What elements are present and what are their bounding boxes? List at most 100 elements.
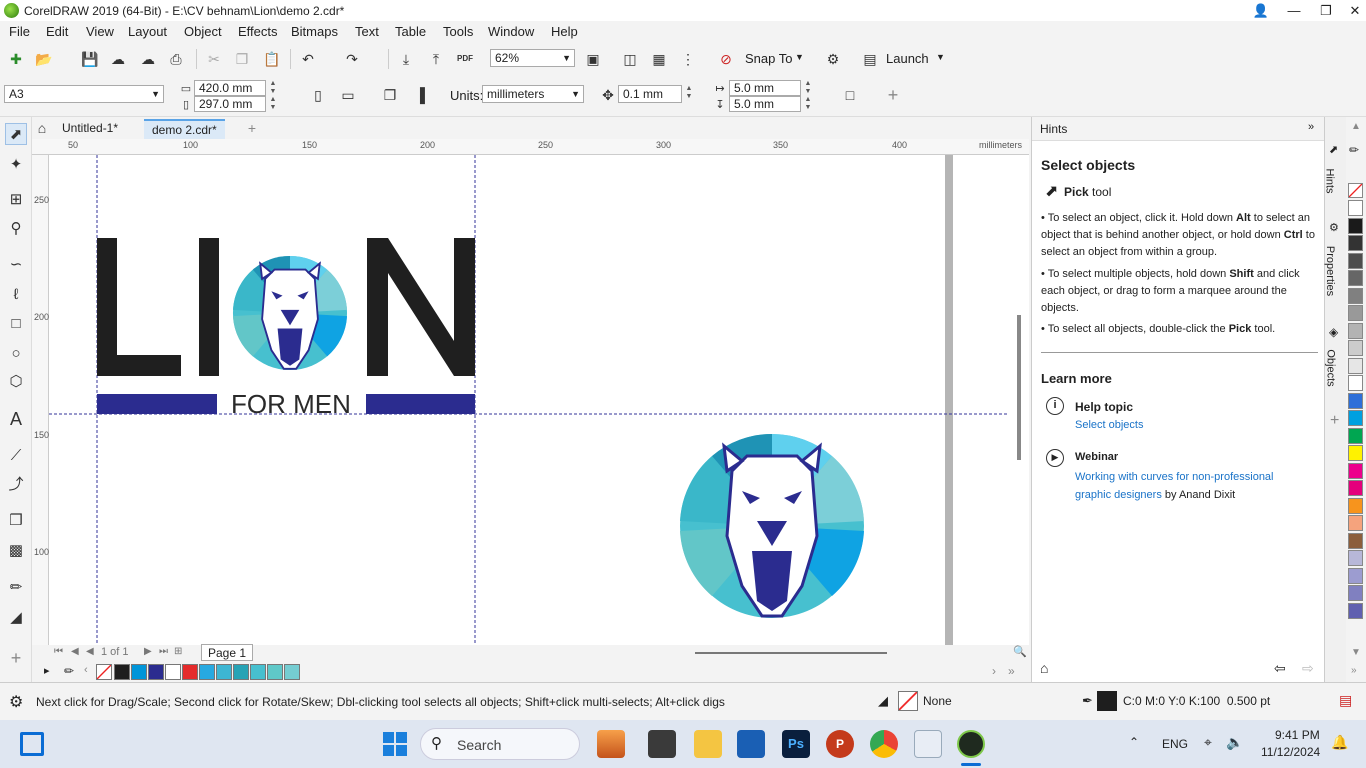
duplicate-y-input[interactable]: 5.0 mm <box>729 96 801 112</box>
coreldraw-taskbar-icon[interactable] <box>957 730 985 758</box>
page-height-input[interactable]: 297.0 mm <box>194 96 266 112</box>
save-icon[interactable]: 💾 <box>80 49 100 69</box>
tab-untitled-1[interactable]: Untitled-1* <box>54 119 126 139</box>
palette-arrow-icon[interactable]: ▸ <box>44 664 50 677</box>
palette-up-icon[interactable]: ▲ <box>1351 121 1361 132</box>
palette-down-icon[interactable]: ▼ <box>1351 647 1361 658</box>
menu-view[interactable]: View <box>86 24 114 39</box>
wps-app-icon[interactable]: P <box>826 730 854 758</box>
photoshop-icon[interactable]: Ps <box>782 730 810 758</box>
palette-left-icon[interactable]: ‹ <box>84 664 88 676</box>
no-color-swatch[interactable] <box>96 664 112 680</box>
first-page-icon[interactable]: ⏮ <box>54 646 63 657</box>
palette-swatch[interactable] <box>1348 532 1363 549</box>
account-icon[interactable]: 👤 <box>1246 0 1276 21</box>
clock-time[interactable]: 9:41 PM <box>1275 728 1320 742</box>
home-icon[interactable]: ⌂ <box>32 118 52 138</box>
import-icon[interactable]: ⤓ <box>396 49 416 69</box>
tab-demo-2[interactable]: demo 2.cdr* <box>144 119 225 139</box>
settings-gear-icon[interactable]: ⚙ <box>9 692 23 712</box>
menu-text[interactable]: Text <box>355 24 379 39</box>
duplicate-y-spinner[interactable]: ▲ ▼ <box>802 96 814 114</box>
menu-window[interactable]: Window <box>488 24 534 39</box>
all-pages-icon[interactable]: ❐ <box>380 85 400 105</box>
nudge-distance-input[interactable]: 0.1 mm <box>618 85 682 103</box>
add-page-icon[interactable]: ⊞ <box>174 646 182 657</box>
new-document-icon[interactable]: ✚ <box>6 49 26 69</box>
eyedropper-icon[interactable]: ✏ <box>64 664 74 678</box>
store-icon[interactable] <box>737 730 765 758</box>
cloud-upload-icon[interactable]: ☁ <box>138 49 158 69</box>
clock-date[interactable]: 11/12/2024 <box>1261 745 1320 759</box>
undo-icon[interactable]: ↶ <box>298 49 318 69</box>
zoom-page-icon[interactable]: ▣ <box>583 49 603 69</box>
redo-icon[interactable]: ↷ <box>342 49 362 69</box>
volume-icon[interactable]: 🔈 <box>1226 734 1243 751</box>
palette-swatch[interactable] <box>284 664 300 680</box>
tab-objects[interactable]: Objects <box>1325 349 1337 386</box>
palette-swatch[interactable] <box>233 664 249 680</box>
menu-tools[interactable]: Tools <box>443 24 473 39</box>
units-select[interactable]: millimeters ▼ <box>482 85 584 103</box>
zoom-level-select[interactable]: 62% ▼ <box>490 49 575 67</box>
palette-swatch[interactable] <box>1348 252 1363 269</box>
last-page-icon[interactable]: ⏭ <box>159 646 168 657</box>
current-page-icon[interactable]: ▐ <box>410 85 430 105</box>
page-frame-icon[interactable]: □ <box>840 85 860 105</box>
launch-button[interactable]: Launch <box>886 51 929 66</box>
prev-page-arrow-icon[interactable]: ◀ <box>86 646 94 657</box>
tab-properties[interactable]: Properties <box>1324 246 1336 296</box>
zoom-tool-icon[interactable]: ⚲ <box>5 218 27 240</box>
copy-icon[interactable]: ❐ <box>232 49 252 69</box>
pick-tool-icon[interactable]: ⬈ <box>5 123 27 145</box>
tagline-text[interactable]: FOR MEN <box>231 389 351 419</box>
start-icon[interactable] <box>383 732 407 756</box>
show-hidden-icons-icon[interactable]: ⌃ <box>1129 735 1139 749</box>
palette-swatch[interactable] <box>1348 270 1363 286</box>
ellipse-tool-icon[interactable]: ○ <box>5 343 27 365</box>
help-topic-link[interactable]: Select objects <box>1075 419 1143 431</box>
crop-tool-icon[interactable]: ⊞ <box>5 189 27 211</box>
landscape-icon[interactable]: ▭ <box>338 85 358 105</box>
horizontal-ruler[interactable]: 50 100 150 200 250 300 350 400 millimete… <box>32 139 1029 155</box>
wifi-icon[interactable]: ⌖ <box>1204 734 1212 751</box>
palette-swatch[interactable] <box>1348 410 1363 426</box>
zoom-navigator-icon[interactable]: 🔍 <box>1013 645 1027 658</box>
page-width-input[interactable]: 420.0 mm <box>194 80 266 96</box>
menu-layout[interactable]: Layout <box>128 24 167 39</box>
polygon-tool-icon[interactable]: ⬡ <box>5 371 27 393</box>
outline-swatch[interactable] <box>1097 691 1117 711</box>
transparency-tool-icon[interactable]: ▩ <box>5 540 27 562</box>
palette-swatch[interactable] <box>1348 322 1363 339</box>
options-gear-icon[interactable]: ⚙ <box>823 49 843 69</box>
palette-swatch[interactable] <box>1348 287 1363 304</box>
duplicate-x-input[interactable]: 5.0 mm <box>729 80 801 96</box>
palette-swatch[interactable] <box>131 664 147 680</box>
palette-right-icon[interactable]: › <box>992 664 996 678</box>
text-tool-icon[interactable]: A <box>5 408 27 430</box>
drop-shadow-tool-icon[interactable]: ❒ <box>5 510 27 532</box>
parallel-dimension-tool-icon[interactable]: ⟋ <box>5 445 27 467</box>
bridge-app-icon[interactable] <box>597 730 625 758</box>
lion-logo-large[interactable] <box>680 433 864 618</box>
snap-off-icon[interactable]: ⊘ <box>716 49 736 69</box>
docker-back-icon[interactable]: ⇦ <box>1274 660 1286 677</box>
interactive-fill-tool-icon[interactable]: ◢ <box>5 607 27 629</box>
menu-edit[interactable]: Edit <box>46 24 68 39</box>
palette-swatch[interactable] <box>216 664 232 680</box>
rectangle-tool-icon[interactable]: □ <box>5 313 27 335</box>
menu-object[interactable]: Object <box>184 24 222 39</box>
palette-swatch[interactable] <box>1348 550 1363 566</box>
palette-swatch[interactable] <box>1348 305 1363 321</box>
task-view-icon[interactable] <box>648 730 676 758</box>
color-proof-icon[interactable]: ▤ <box>1339 692 1352 709</box>
nudge-spinner[interactable]: ▲ ▼ <box>683 85 695 103</box>
full-screen-preview-icon[interactable]: ◫ <box>620 49 640 69</box>
palette-swatch[interactable] <box>1348 480 1363 496</box>
letter-l-shape[interactable] <box>97 238 181 376</box>
palette-eyedropper-icon[interactable]: ✏ <box>1349 143 1359 157</box>
palette-swatch[interactable] <box>1348 602 1363 619</box>
menu-help[interactable]: Help <box>551 24 578 39</box>
connector-tool-icon[interactable]: ⤴ <box>5 474 27 496</box>
palette-swatch[interactable] <box>1348 497 1363 514</box>
